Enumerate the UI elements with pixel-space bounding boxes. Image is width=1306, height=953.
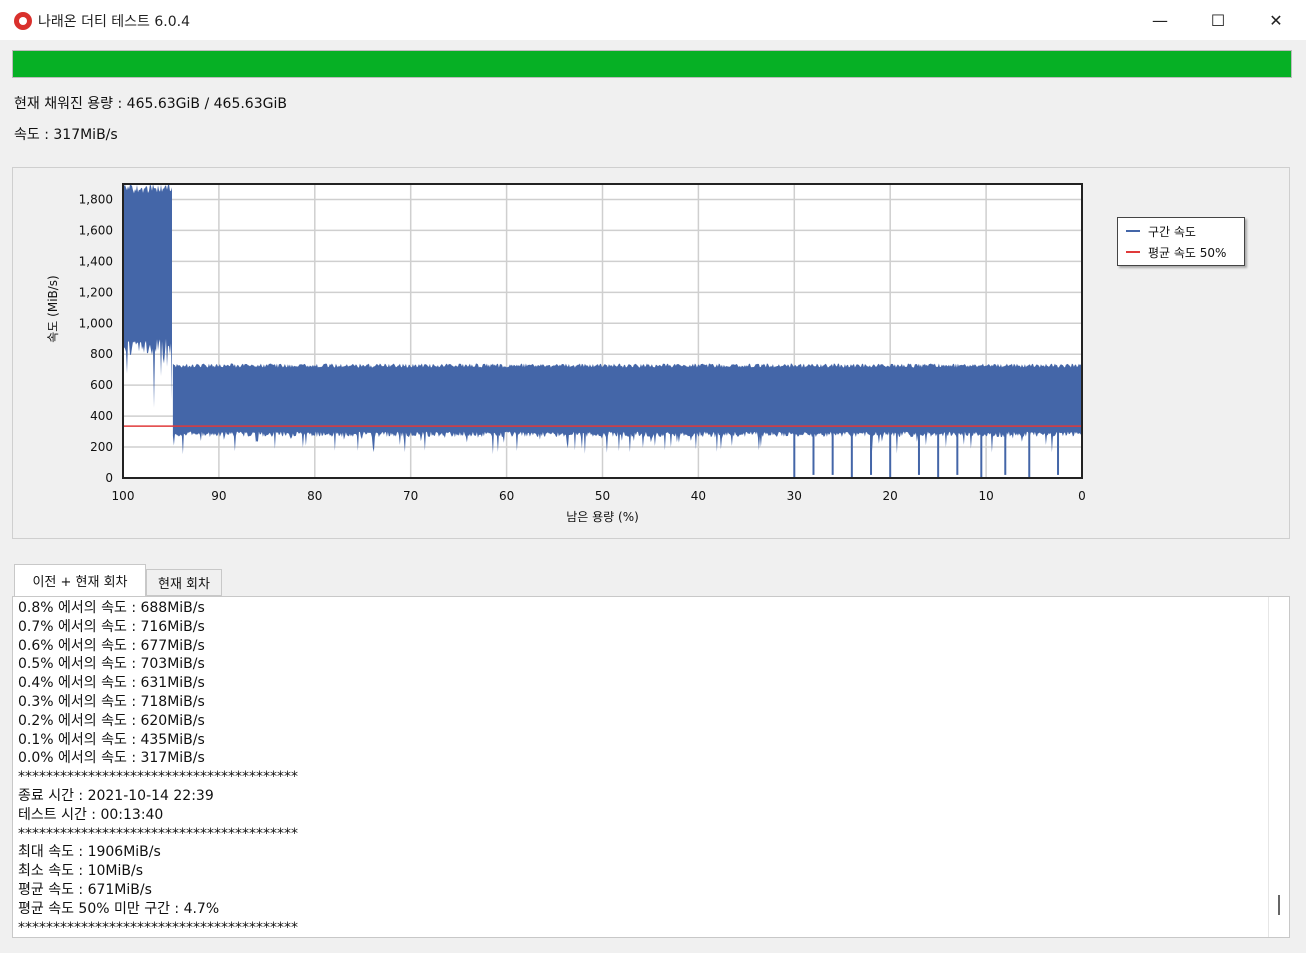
x-tick-label: 70 [403,489,418,503]
y-tick-label: 600 [90,378,113,392]
log-line: 테스트 시간 : 00:13:40 [18,806,164,823]
x-tick-label: 10 [978,489,993,503]
log-scrollbar[interactable] [1268,597,1289,937]
y-tick-label: 1,200 [79,285,113,299]
x-axis-label: 남은 용량 (%) [566,510,639,524]
log-line: **************************************** [18,825,298,842]
x-tick-label: 40 [691,489,706,503]
log-line: 0.8% 에서의 속도 : 688MiB/s [18,600,205,616]
y-tick-label: 1,000 [79,316,113,330]
y-tick-label: 400 [90,409,113,423]
legend-item-interval: 구간 속도 [1126,223,1196,239]
log-line: 0.0% 에서의 속도 : 317MiB/s [18,750,205,767]
log-line: 0.2% 에서의 속도 : 620MiB/s [18,712,205,729]
x-tick-label: 80 [307,489,322,503]
tab-current[interactable]: 현재 회차 [146,569,222,596]
log-line: 평균 속도 50% 미만 구간 : 4.7% [18,900,220,917]
log-line: **************************************** [18,919,298,936]
y-axis-label: 속도 (MiB/s) [46,275,60,342]
y-tick-label: 800 [90,347,113,361]
x-tick-label: 0 [1078,489,1086,503]
x-tick-label: 30 [787,489,802,503]
log-line: 최소 속도 : 10MiB/s [18,863,143,880]
log-panel[interactable]: 0.8% 에서의 속도 : 688MiB/s 0.7% 에서의 속도 : 716M… [12,596,1290,938]
legend-label-average: 평균 속도 50% [1148,245,1227,260]
x-tick-label: 60 [499,489,514,503]
log-line: 0.1% 에서의 속도 : 435MiB/s [18,731,205,748]
y-tick-label: 0 [105,471,113,485]
log-line: **************************************** [18,769,298,786]
chart-legend: 구간 속도 평균 속도 50% [1117,217,1245,266]
log-text: 0.8% 에서의 속도 : 688MiB/s 0.7% 에서의 속도 : 716M… [18,599,298,937]
log-line: 0.6% 에서의 속도 : 677MiB/s [18,637,205,654]
legend-swatch-interval [1126,230,1140,232]
log-line: 최대 속도 : 1906MiB/s [18,844,161,861]
x-tick-label: 20 [883,489,898,503]
scroll-thumb[interactable] [1278,895,1280,915]
legend-item-average: 평균 속도 50% [1126,244,1226,260]
log-line: 0.5% 에서의 속도 : 703MiB/s [18,656,205,673]
log-line: 0.7% 에서의 속도 : 716MiB/s [18,618,205,635]
y-tick-label: 1,600 [79,223,113,237]
x-tick-label: 50 [595,489,610,503]
log-line: 0.3% 에서의 속도 : 718MiB/s [18,693,205,710]
log-line: 0.4% 에서의 속도 : 631MiB/s [18,675,205,692]
log-line: 평균 속도 : 671MiB/s [18,881,152,898]
tab-previous-and-current[interactable]: 이전 + 현재 회차 [14,564,146,596]
y-tick-label: 200 [90,440,113,454]
legend-label-interval: 구간 속도 [1148,224,1196,239]
x-tick-label: 100 [112,489,135,503]
log-line: 종료 시간 : 2021-10-14 22:39 [18,787,214,804]
y-tick-label: 1,800 [79,192,113,206]
x-tick-label: 90 [211,489,226,503]
legend-swatch-average [1126,251,1140,253]
y-tick-label: 1,400 [79,254,113,268]
